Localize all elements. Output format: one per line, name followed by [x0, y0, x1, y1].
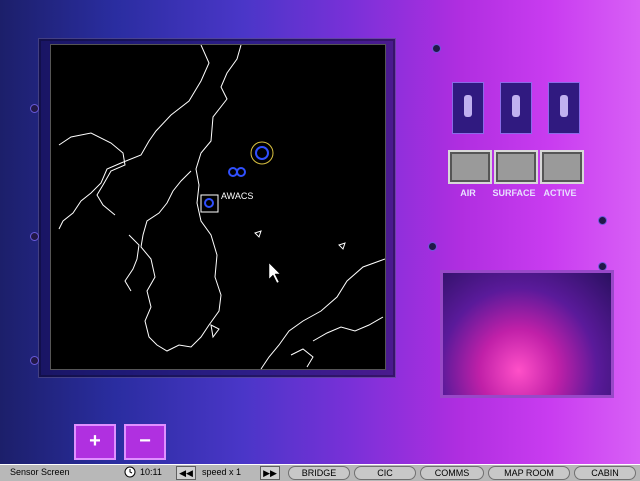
- awacs-label: AWACS: [221, 191, 254, 201]
- nav-comms-button[interactable]: COMMS: [420, 466, 484, 480]
- contact-yellow-ring[interactable]: [250, 141, 274, 165]
- island-tsushima: [210, 324, 220, 339]
- coastline-bohai: [58, 132, 126, 216]
- toggle-switch-active[interactable]: [548, 82, 580, 134]
- switch-lever: [512, 95, 520, 117]
- air-sensor-button[interactable]: [448, 150, 492, 184]
- rivet: [428, 242, 437, 251]
- coastline-japan-inland-sea: [312, 316, 384, 342]
- rivet: [30, 356, 39, 365]
- rivet: [30, 232, 39, 241]
- coastline-yellow-sea: [124, 234, 140, 292]
- coastline-china: [58, 45, 210, 230]
- status-bar: Sensor Screen 10:11 ◀◀ speed x 1 ▶▶ BRID…: [0, 464, 640, 481]
- rivet: [432, 44, 441, 53]
- console-background: AWACS AIR SURFACE ACTIVE + −: [0, 0, 640, 464]
- surface-sensor-button[interactable]: [494, 150, 538, 184]
- active-sensor-label: ACTIVE: [543, 188, 577, 198]
- game-time: 10:11: [140, 467, 162, 477]
- surface-sensor-label: SURFACE: [492, 188, 536, 198]
- coastline-japan-honshu: [260, 258, 385, 369]
- mouse-cursor-icon: [268, 262, 281, 284]
- contact-blue-marker[interactable]: [255, 146, 269, 160]
- screen-name: Sensor Screen: [10, 467, 70, 477]
- nav-map-room-button[interactable]: MAP ROOM: [488, 466, 570, 480]
- sensor-map-display[interactable]: AWACS: [50, 44, 386, 370]
- contact-blue-pair-right[interactable]: [236, 167, 246, 177]
- island-oki: [338, 242, 346, 250]
- rewind-icon[interactable]: ◀◀: [176, 466, 196, 480]
- island-ulleungdo: [254, 230, 262, 238]
- switch-lever: [560, 95, 568, 117]
- switch-lever: [464, 95, 472, 117]
- nav-cabin-button[interactable]: CABIN: [574, 466, 636, 480]
- contact-blue-pair-left[interactable]: [228, 167, 238, 177]
- clock-icon: [124, 466, 136, 480]
- awacs-selection-box[interactable]: [200, 194, 219, 213]
- zoom-out-button[interactable]: −: [124, 424, 166, 460]
- awacs-contact-marker[interactable]: [204, 198, 214, 208]
- air-sensor-label: AIR: [460, 188, 476, 198]
- fast-forward-icon[interactable]: ▶▶: [260, 466, 280, 480]
- toggle-switch-surface[interactable]: [500, 82, 532, 134]
- coastline-kyushu: [290, 348, 314, 368]
- speed-label: speed x 1: [202, 467, 242, 477]
- active-sensor-button[interactable]: [540, 150, 584, 184]
- rivet: [598, 216, 607, 225]
- nav-bridge-button[interactable]: BRIDGE: [288, 466, 350, 480]
- zoom-in-button[interactable]: +: [74, 424, 116, 460]
- rivet: [30, 104, 39, 113]
- nav-cic-button[interactable]: CIC: [354, 466, 416, 480]
- toggle-switch-air[interactable]: [452, 82, 484, 134]
- auxiliary-display: [440, 270, 614, 398]
- coastline-map: [58, 45, 385, 369]
